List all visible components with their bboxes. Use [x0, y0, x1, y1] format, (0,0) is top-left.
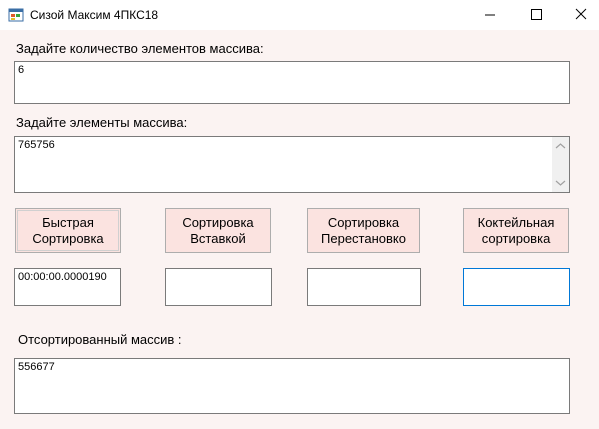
form-client-area: Задайте количество элементов массива: 6 … — [0, 30, 599, 429]
windows-form-icon — [8, 8, 24, 22]
elements-input[interactable]: 765756 — [14, 136, 570, 193]
close-button[interactable] — [553, 0, 599, 30]
cocktail-sort-label-line2: сортировка — [481, 230, 551, 246]
permutation-sort-label-line1: Сортировка — [327, 214, 400, 230]
scroll-up-icon[interactable] — [555, 142, 566, 150]
count-input[interactable]: 6 — [14, 61, 570, 104]
elements-scrollbar[interactable] — [552, 137, 569, 192]
title-bar[interactable]: Сизой Максим 4ПКС18 — [0, 0, 599, 30]
insertion-sort-button[interactable]: Сортировка Вставкой — [165, 208, 271, 253]
quick-sort-label-line1: Быстрая — [42, 214, 94, 230]
cocktail-sort-time[interactable] — [463, 268, 570, 306]
scroll-down-icon[interactable] — [555, 179, 566, 187]
window-title: Сизой Максим 4ПКС18 — [30, 8, 159, 22]
elements-value: 765756 — [18, 139, 55, 151]
permutation-sort-label-line2: Перестановко — [321, 230, 406, 246]
close-icon — [575, 8, 587, 20]
permutation-sort-time[interactable] — [307, 268, 421, 306]
count-label: Задайте количество элементов массива: — [16, 41, 264, 56]
minimize-icon — [485, 14, 495, 16]
cocktail-sort-button[interactable]: Коктейльная сортировка — [463, 208, 569, 253]
sorted-label: Отсортированный массив : — [18, 332, 182, 347]
quick-sort-time[interactable]: 00:00:00.0000190 — [14, 268, 121, 306]
permutation-sort-button[interactable]: Сортировка Перестановко — [307, 208, 420, 253]
insertion-sort-time[interactable] — [165, 268, 272, 306]
cocktail-sort-label-line1: Коктейльная — [477, 214, 555, 230]
quick-sort-button[interactable]: Быстрая Сортировка — [15, 208, 121, 253]
insertion-sort-label-line2: Вставкой — [190, 230, 246, 246]
sorted-output[interactable]: 556677 — [14, 358, 570, 414]
insertion-sort-label-line1: Сортировка — [182, 214, 254, 230]
elements-label: Задайте элементы массива: — [16, 115, 188, 130]
minimize-button[interactable] — [467, 0, 513, 30]
quick-sort-label-line2: Сортировка — [32, 230, 104, 246]
